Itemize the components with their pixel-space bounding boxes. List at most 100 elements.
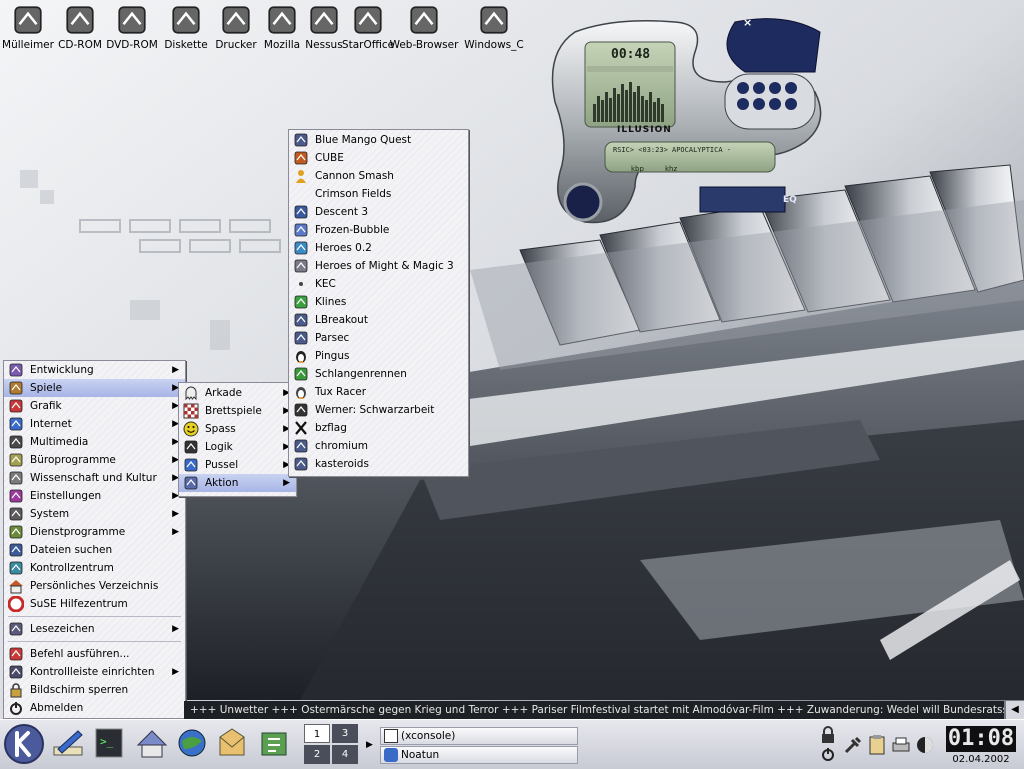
player-kbps: kbp <box>631 165 644 173</box>
run-command-icon <box>8 646 24 662</box>
menu-item-schlangenrennen[interactable]: Schlangenrennen <box>289 365 468 383</box>
menu-item-label: Kontrollleiste einrichten <box>30 666 155 678</box>
menu-item-label: Blue Mango Quest <box>315 134 412 146</box>
k-menu-button[interactable] <box>2 722 46 766</box>
menu-item-aktion[interactable]: Aktion ▶ <box>179 474 296 492</box>
home-launcher-icon[interactable] <box>132 723 172 763</box>
taskbar-menu-arrow[interactable]: ▶ <box>366 740 373 750</box>
games-icon <box>8 380 24 396</box>
game-icon <box>293 330 309 346</box>
penguin-icon <box>293 348 309 364</box>
menu-item-persönliches-verzeichnis[interactable]: Persönliches Verzeichnis <box>4 577 185 595</box>
menu-item-grafik[interactable]: Grafik ▶ <box>4 397 185 415</box>
virtual-desktop-pager: 1 3 2 4 <box>304 724 358 764</box>
submenu-arrow-icon: ▶ <box>172 624 179 634</box>
menu-item-spiele[interactable]: Spiele ▶ <box>4 379 185 397</box>
news-ticker[interactable]: +++ Unwetter +++ Ostermärsche gegen Krie… <box>184 701 1004 719</box>
control-center-icon <box>8 560 24 576</box>
menu-item-label: Logik <box>205 441 233 453</box>
editor-launcher-icon[interactable] <box>48 723 88 763</box>
logout-icon[interactable] <box>822 748 834 761</box>
konqueror-launcher-icon[interactable] <box>172 723 212 763</box>
menu-item-multimedia[interactable]: Multimedia ▶ <box>4 433 185 451</box>
werner-icon <box>293 402 309 418</box>
menu-item-label: Bildschirm sperren <box>30 684 129 696</box>
menu-item-dateien-suchen[interactable]: Dateien suchen <box>4 541 185 559</box>
menu-item-brettspiele[interactable]: Brettspiele ▶ <box>179 402 296 420</box>
panel-clock[interactable]: 01:08 02.04.2002 <box>944 724 1018 766</box>
kpresenter-launcher-icon[interactable] <box>254 723 294 763</box>
menu-item-spass[interactable]: Spass ▶ <box>179 420 296 438</box>
bookmarks-icon <box>8 621 24 637</box>
player-eq-button[interactable]: EQ <box>783 195 797 205</box>
menu-item-descent-3[interactable]: Descent 3 <box>289 203 468 221</box>
menu-item-label: Persönliches Verzeichnis <box>30 580 159 592</box>
pager-desktop-2[interactable]: 2 <box>304 745 330 764</box>
menu-item-internet[interactable]: Internet ▶ <box>4 415 185 433</box>
descent-icon <box>293 204 309 220</box>
menu-item-kec[interactable]: KEC <box>289 275 468 293</box>
submenu-arrow-icon: ▶ <box>172 667 179 677</box>
player-track-display: RSIC> <03:23> APOCALYPTICA - <box>613 146 732 154</box>
menu-item-lbreakout[interactable]: LBreakout <box>289 311 468 329</box>
menu-item-label: Pingus <box>315 350 350 362</box>
menu-item-heroes-of-might-magic-3[interactable]: Heroes of Might & Magic 3 <box>289 257 468 275</box>
menu-item-label: Heroes 0.2 <box>315 242 372 254</box>
menu-item-bildschirm-sperren[interactable]: Bildschirm sperren <box>4 681 185 699</box>
menu-item-werner-schwarzarbeit[interactable]: Werner: Schwarzarbeit <box>289 401 468 419</box>
menu-item-cube[interactable]: CUBE <box>289 149 468 167</box>
player-close-button[interactable]: × <box>743 16 755 29</box>
menu-item-wissenschaft-und-kultur[interactable]: Wissenschaft und Kultur ▶ <box>4 469 185 487</box>
menu-item-dienstprogramme[interactable]: Dienstprogramme ▶ <box>4 523 185 541</box>
menu-item-kasteroids[interactable]: kasteroids <box>289 455 468 473</box>
task-noatun[interactable]: Noatun <box>380 746 578 764</box>
player-time: 00:48 <box>611 47 651 62</box>
menu-item-büroprogramme[interactable]: Büroprogramme ▶ <box>4 451 185 469</box>
menu-item-label: Aktion <box>205 477 239 489</box>
menu-item-crimson-fields[interactable]: Crimson Fields <box>289 185 468 203</box>
lock-icon[interactable] <box>822 726 834 743</box>
pager-desktop-3[interactable]: 3 <box>332 724 358 743</box>
menu-item-befehl-ausführen[interactable]: Befehl ausführen... <box>4 645 185 663</box>
network-plug-icon[interactable] <box>842 734 864 756</box>
action-icon <box>183 475 199 491</box>
task-xconsole[interactable]: (xconsole) <box>380 727 578 745</box>
menu-item-einstellungen[interactable]: Einstellungen ▶ <box>4 487 185 505</box>
bomb-icon <box>183 439 199 455</box>
menu-item-logik[interactable]: Logik ▶ <box>179 438 296 456</box>
menu-item-entwicklung[interactable]: Entwicklung ▶ <box>4 361 185 379</box>
menu-item-klines[interactable]: Klines <box>289 293 468 311</box>
menu-item-label: Cannon Smash <box>315 170 394 182</box>
menu-item-label: KEC <box>315 278 336 290</box>
menu-item-tux-racer[interactable]: Tux Racer <box>289 383 468 401</box>
menu-item-frozen-bubble[interactable]: Frozen-Bubble <box>289 221 468 239</box>
menu-item-lesezeichen[interactable]: Lesezeichen ▶ <box>4 620 185 638</box>
pager-desktop-4[interactable]: 4 <box>332 745 358 764</box>
menu-item-suse-hilfezentrum[interactable]: SuSE Hilfezentrum <box>4 595 185 613</box>
menu-item-pingus[interactable]: Pingus <box>289 347 468 365</box>
menu-item-cannon-smash[interactable]: Cannon Smash <box>289 167 468 185</box>
volume-icon[interactable] <box>914 734 936 756</box>
menu-item-chromium[interactable]: chromium <box>289 437 468 455</box>
menu-item-arkade[interactable]: Arkade ▶ <box>179 384 296 402</box>
menu-item-abmelden[interactable]: Abmelden <box>4 699 185 717</box>
terminal-launcher-icon[interactable]: >_ <box>90 723 130 763</box>
menu-item-pussel[interactable]: Pussel ▶ <box>179 456 296 474</box>
kmail-launcher-icon[interactable] <box>212 723 252 763</box>
menu-item-label: Brettspiele <box>205 405 262 417</box>
desktop-icon-web-browser[interactable]: Web-Browser <box>384 3 464 51</box>
printer-tray-icon[interactable] <box>890 734 912 756</box>
shield-icon <box>293 258 309 274</box>
pager-desktop-1[interactable]: 1 <box>304 724 330 743</box>
menu-item-bzflag[interactable]: bzflag <box>289 419 468 437</box>
menu-item-system[interactable]: System ▶ <box>4 505 185 523</box>
menu-item-heroes-0-2[interactable]: Heroes 0.2 <box>289 239 468 257</box>
noatun-player[interactable]: 00:48 ILLUSION RSIC> <03:23> APOCALYPTIC… <box>545 12 825 232</box>
menu-item-kontrollzentrum[interactable]: Kontrollzentrum <box>4 559 185 577</box>
menu-item-parsec[interactable]: Parsec <box>289 329 468 347</box>
menu-item-kontrollleiste-einrichten[interactable]: Kontrollleiste einrichten ▶ <box>4 663 185 681</box>
clipboard-icon[interactable] <box>866 734 888 756</box>
menu-item-blue-mango-quest[interactable]: Blue Mango Quest <box>289 131 468 149</box>
desktop-icon-windows-c[interactable]: Windows_C <box>454 3 534 51</box>
ticker-menu-button[interactable]: ◀ <box>1006 701 1024 719</box>
